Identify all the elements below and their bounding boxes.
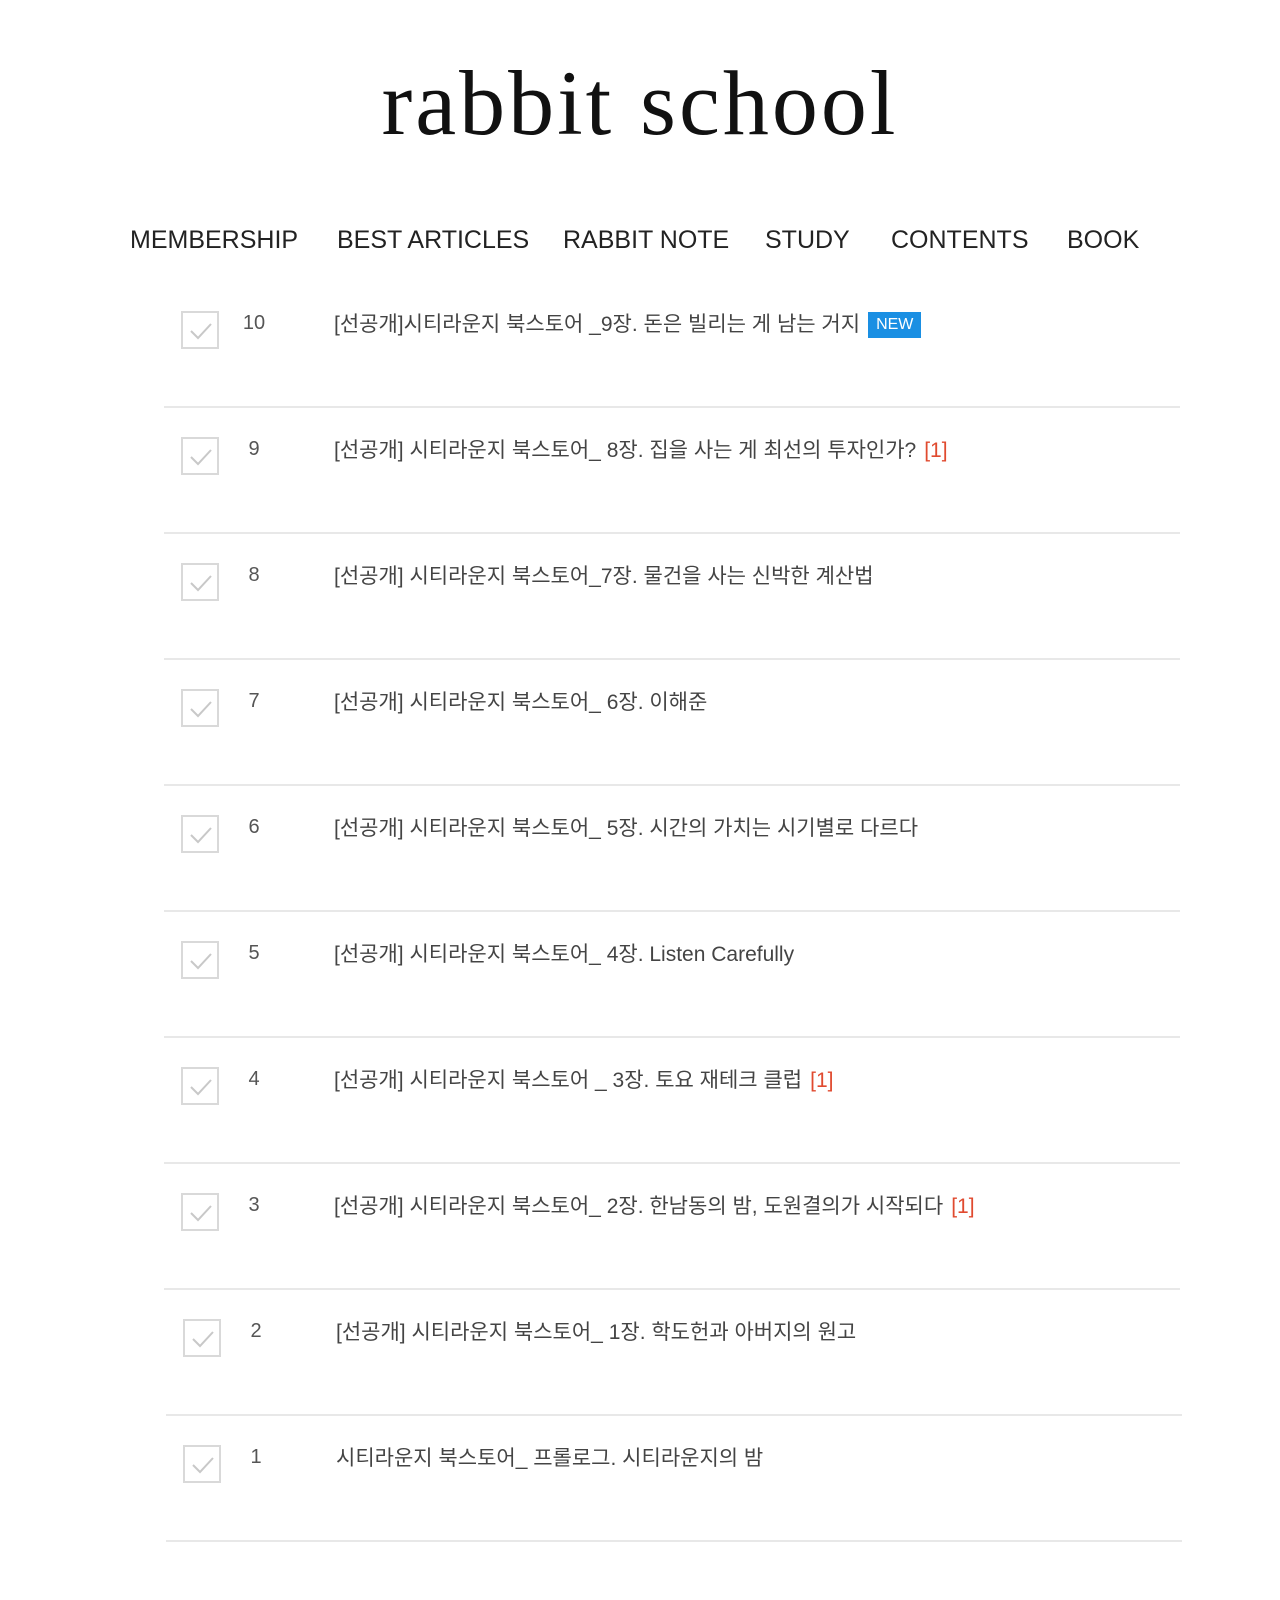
post-title-text: [선공개] 시티라운지 북스토어_ 4장. Listen Carefully [334,943,795,966]
row-checkbox[interactable] [181,1193,219,1231]
post-title-link[interactable]: 시티라운지 북스토어_ 프롤로그. 시티라운지의 밤 [336,1442,763,1476]
post-number: 2 [250,1320,262,1342]
row-checkbox[interactable] [181,689,219,727]
row-checkbox[interactable] [181,311,219,349]
row-checkbox[interactable] [183,1445,221,1483]
checkmark-icon [192,1457,214,1474]
row-checkbox[interactable] [181,941,219,979]
post-title-text: [선공개] 시티라운지 북스토어_7장. 물건을 사는 신박한 계산법 [334,565,874,588]
list-item[interactable]: 7 [선공개] 시티라운지 북스토어_ 6장. 이해준 [164,656,1180,786]
list-item[interactable]: 4 [선공개] 시티라운지 북스토어 _ 3장. 토요 재테크 클럽 [1] [164,1034,1180,1164]
checkmark-icon [190,1205,212,1222]
checkmark-icon [190,701,212,718]
post-title-link[interactable]: [선공개] 시티라운지 북스토어 _ 3장. 토요 재테크 클럽 [1] [334,1064,833,1098]
post-title-link[interactable]: [선공개] 시티라운지 북스토어_ 5장. 시간의 가치는 시기별로 다르다 [334,812,918,846]
checkmark-icon [190,449,212,466]
list-item[interactable]: 6 [선공개] 시티라운지 북스토어_ 5장. 시간의 가치는 시기별로 다르다 [164,782,1180,912]
post-number: 3 [248,1194,260,1216]
checkmark-icon [190,953,212,970]
post-title-link[interactable]: [선공개] 시티라운지 북스토어_ 4장. Listen Carefully [334,938,794,972]
list-item[interactable]: 5 [선공개] 시티라운지 북스토어_ 4장. Listen Carefully [164,908,1180,1038]
post-title-text: [선공개] 시티라운지 북스토어_ 8장. 집을 사는 게 최선의 투자인가? [334,439,917,462]
post-title-link[interactable]: [선공개]시티라운지 북스토어 _9장. 돈은 빌리는 게 남는 거지 NEW [334,308,922,342]
new-badge: NEW [868,312,922,338]
checkmark-icon [190,1079,212,1096]
comment-count[interactable]: [1] [924,439,947,462]
post-number: 4 [248,1068,260,1090]
comment-count[interactable]: [1] [810,1069,833,1092]
post-title-link[interactable]: [선공개] 시티라운지 북스토어_7장. 물건을 사는 신박한 계산법 [334,560,874,594]
post-number: 1 [250,1446,262,1468]
checkmark-icon [192,1331,214,1348]
comment-count[interactable]: [1] [951,1195,974,1218]
post-title-link[interactable]: [선공개] 시티라운지 북스토어_ 2장. 한남동의 밤, 도원결의가 시작되다… [334,1190,975,1224]
post-title-link[interactable]: [선공개] 시티라운지 북스토어_ 6장. 이해준 [334,686,707,720]
row-checkbox[interactable] [181,1067,219,1105]
list-item[interactable]: 8 [선공개] 시티라운지 북스토어_7장. 물건을 사는 신박한 계산법 [164,530,1180,660]
post-number: 5 [248,942,260,964]
row-checkbox[interactable] [181,563,219,601]
post-title-text: [선공개] 시티라운지 북스토어 _ 3장. 토요 재테크 클럽 [334,1069,803,1092]
post-number: 7 [248,690,260,712]
post-title-text: [선공개] 시티라운지 북스토어_ 6장. 이해준 [334,691,708,714]
checkmark-icon [190,323,212,340]
post-title-text: [선공개] 시티라운지 북스토어_ 1장. 학도헌과 아버지의 원고 [336,1321,857,1344]
post-number: 8 [248,564,260,586]
post-title-link[interactable]: [선공개] 시티라운지 북스토어_ 1장. 학도헌과 아버지의 원고 [336,1316,856,1350]
post-title-text: [선공개]시티라운지 북스토어 _9장. 돈은 빌리는 게 남는 거지 [334,313,861,336]
post-title-link[interactable]: [선공개] 시티라운지 북스토어_ 8장. 집을 사는 게 최선의 투자인가? [… [334,434,948,468]
checkmark-icon [190,827,212,844]
post-title-text: 시티라운지 북스토어_ 프롤로그. 시티라운지의 밤 [336,1447,764,1470]
post-list: 10 [선공개]시티라운지 북스토어 _9장. 돈은 빌리는 게 남는 거지 NEW… [0,0,1280,1600]
post-number: 6 [248,816,260,838]
row-checkbox[interactable] [181,815,219,853]
post-title-text: [선공개] 시티라운지 북스토어_ 5장. 시간의 가치는 시기별로 다르다 [334,817,919,840]
list-item[interactable]: 9 [선공개] 시티라운지 북스토어_ 8장. 집을 사는 게 최선의 투자인가?… [164,404,1180,534]
list-item[interactable]: 1 시티라운지 북스토어_ 프롤로그. 시티라운지의 밤 [166,1412,1182,1542]
list-item[interactable]: 2 [선공개] 시티라운지 북스토어_ 1장. 학도헌과 아버지의 원고 [166,1286,1182,1416]
checkmark-icon [190,575,212,592]
post-number: 10 [242,312,266,334]
list-item[interactable]: 10 [선공개]시티라운지 북스토어 _9장. 돈은 빌리는 게 남는 거지 NEW [164,278,1180,408]
row-checkbox[interactable] [183,1319,221,1357]
row-checkbox[interactable] [181,437,219,475]
post-number: 9 [248,438,260,460]
list-item[interactable]: 3 [선공개] 시티라운지 북스토어_ 2장. 한남동의 밤, 도원결의가 시작되… [164,1160,1180,1290]
post-title-text: [선공개] 시티라운지 북스토어_ 2장. 한남동의 밤, 도원결의가 시작되다 [334,1195,944,1218]
